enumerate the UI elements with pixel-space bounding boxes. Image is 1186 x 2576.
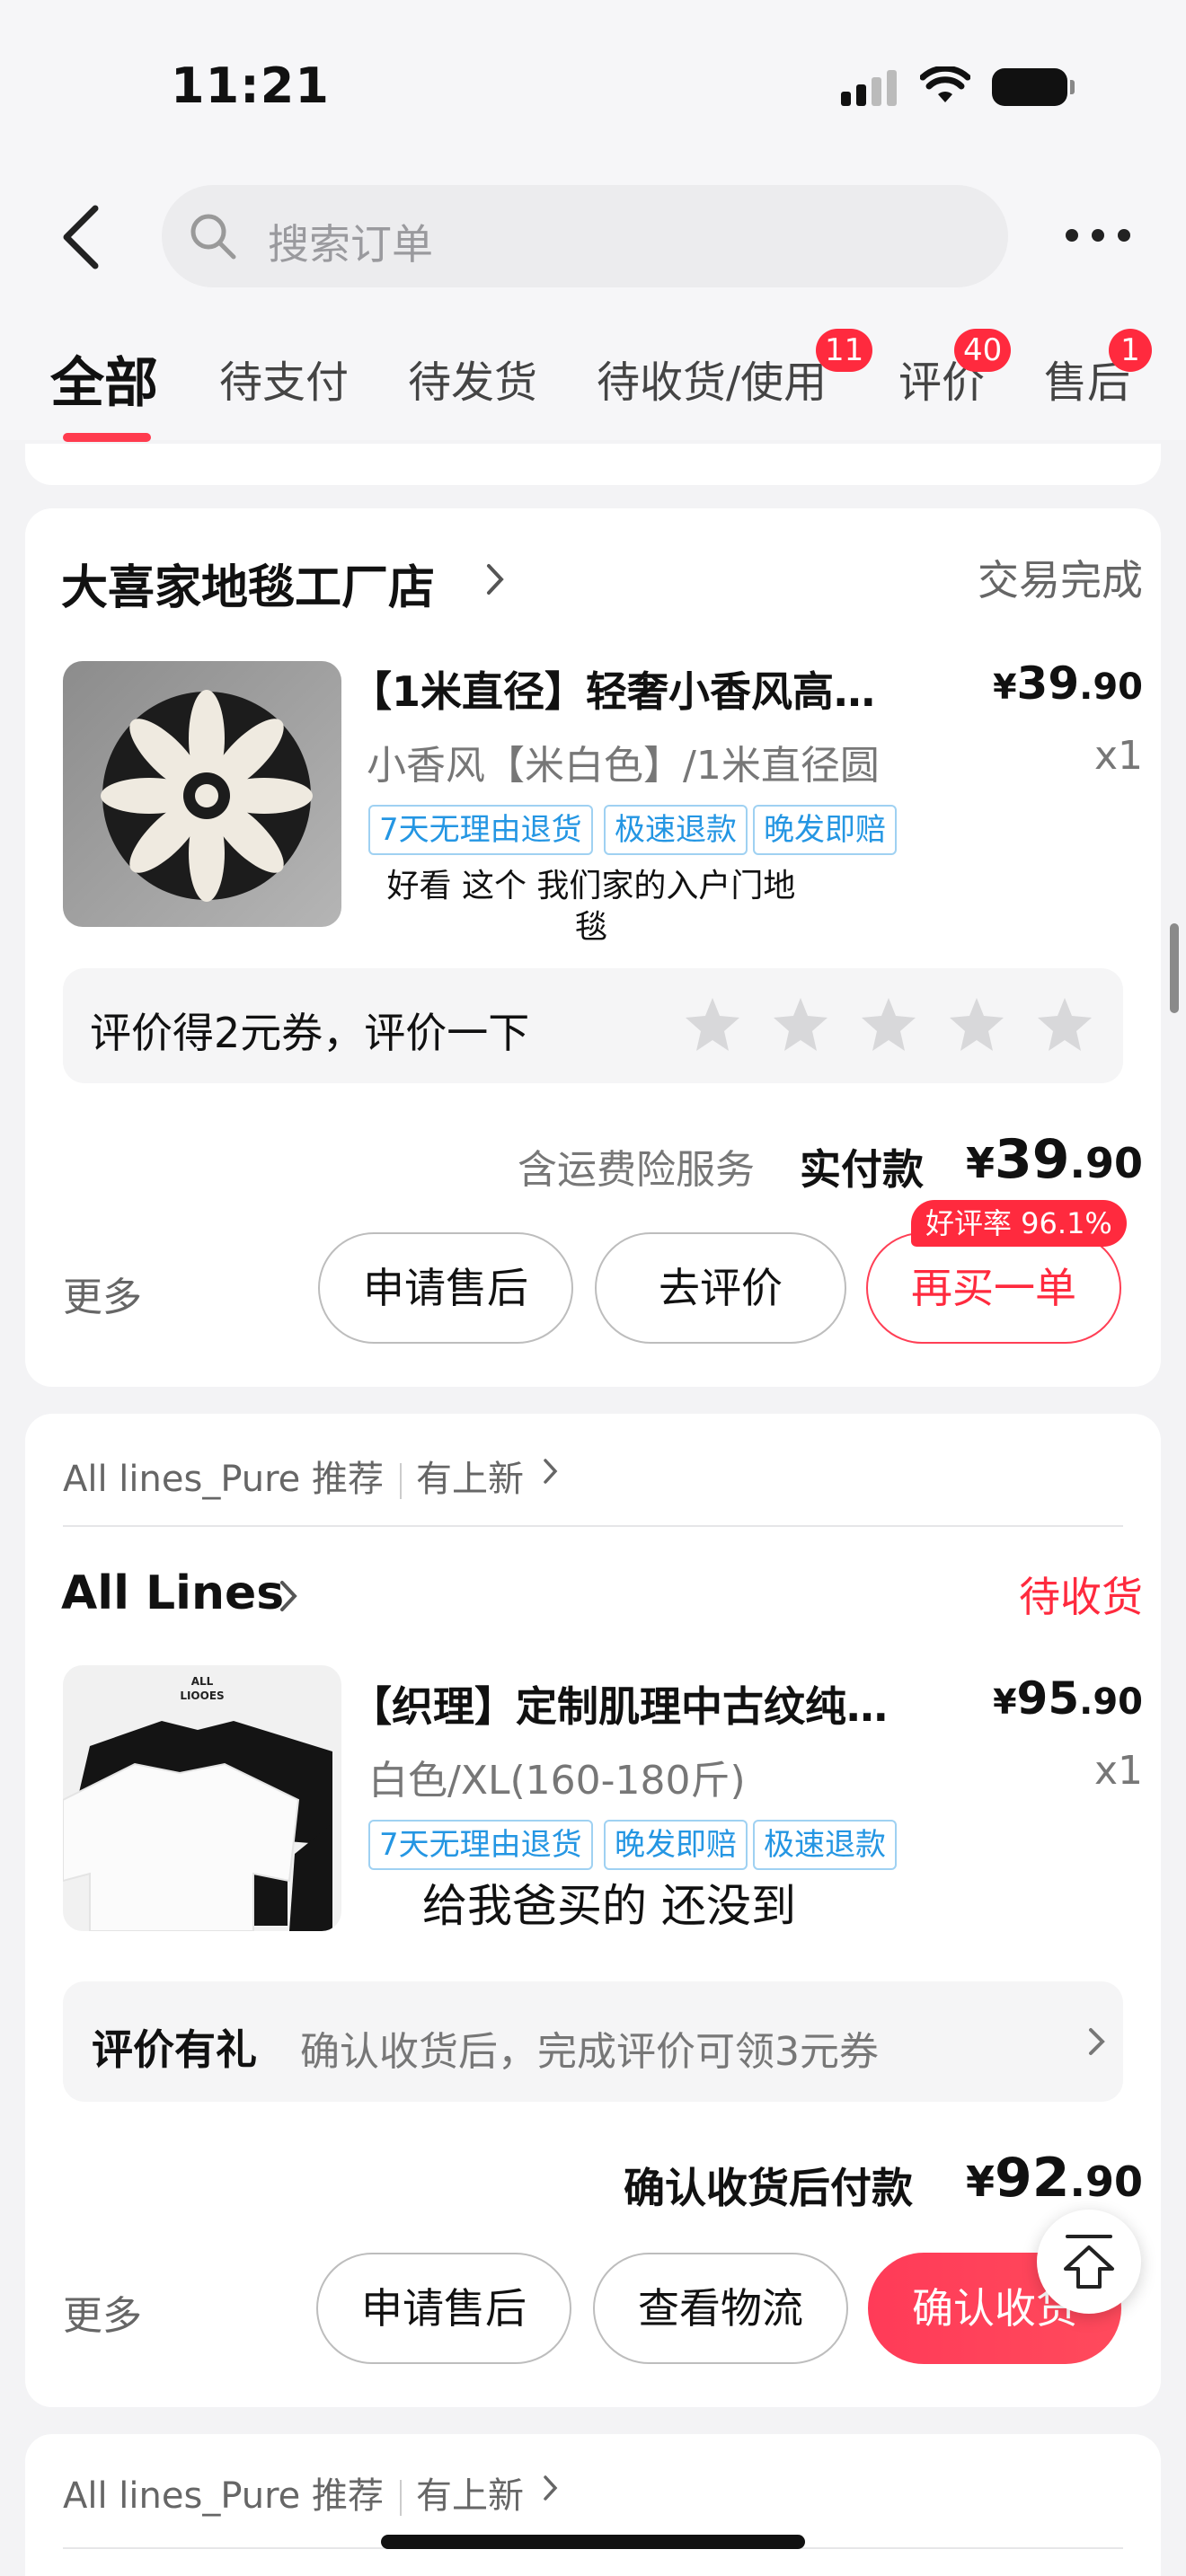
shipping-insurance-text: 含运费险服务 bbox=[518, 1147, 755, 1193]
tab-pending-payment[interactable]: 待支付 bbox=[219, 347, 349, 410]
store-recommendation[interactable]: All lines_Pure 推荐 有上新 bbox=[63, 1450, 524, 1502]
chevron-right-icon[interactable] bbox=[275, 1575, 302, 1617]
star-icon[interactable] bbox=[947, 995, 1006, 1054]
service-tag: 7天无理由退货 bbox=[368, 1820, 593, 1870]
shop-name[interactable]: All Lines bbox=[61, 1566, 284, 1620]
wifi-icon bbox=[920, 66, 970, 102]
tab-pending-receipt[interactable]: 待收货/使用 bbox=[597, 347, 827, 410]
tab-all[interactable]: 全部 bbox=[50, 340, 158, 418]
tab-badge-reviews: 40 bbox=[954, 329, 1012, 372]
battery-icon bbox=[992, 68, 1075, 106]
more-link[interactable]: 更多 bbox=[63, 2283, 142, 2341]
product-title[interactable]: 【1米直径】轻奢小香风高… bbox=[350, 659, 875, 719]
order-status: 交易完成 bbox=[978, 556, 1143, 604]
service-tag: 7天无理由退货 bbox=[368, 805, 593, 855]
shop-name[interactable]: 大喜家地毯工厂店 bbox=[61, 550, 435, 617]
buy-again-button[interactable]: 再买一单 bbox=[866, 1232, 1121, 1344]
order-note: 好看 这个 我们家的入户门地 毯 bbox=[386, 868, 796, 946]
previous-order-card bbox=[25, 444, 1161, 485]
back-arrow-icon[interactable] bbox=[56, 201, 110, 273]
search-icon bbox=[190, 214, 236, 260]
next-order-card: All lines_Pure 推荐 有上新 bbox=[25, 2434, 1161, 2576]
product-title[interactable]: 【织理】定制肌理中古纹纯… bbox=[350, 1674, 888, 1734]
service-tag: 极速退款 bbox=[753, 1820, 897, 1870]
chevron-right-icon[interactable] bbox=[541, 2470, 561, 2506]
star-icon[interactable] bbox=[771, 995, 830, 1054]
order-status: 待收货 bbox=[1019, 1573, 1143, 1621]
chevron-right-icon bbox=[1089, 2028, 1105, 2055]
product-quantity: x1 bbox=[1093, 733, 1143, 779]
product-thumbnail[interactable]: ALL LIOOES bbox=[63, 1665, 341, 1931]
service-tag: 晚发即赔 bbox=[604, 1820, 748, 1870]
product-price: ¥95.90 bbox=[993, 1672, 1143, 1725]
search-placeholder: 搜索订单 bbox=[268, 220, 433, 269]
product-quantity: x1 bbox=[1093, 1748, 1143, 1794]
scrollbar[interactable] bbox=[1170, 923, 1179, 1013]
more-link[interactable]: 更多 bbox=[63, 1265, 142, 1322]
product-thumbnail[interactable] bbox=[63, 661, 341, 927]
chevron-right-icon[interactable] bbox=[482, 559, 509, 600]
back-to-top-button[interactable] bbox=[1037, 2210, 1141, 2314]
product-spec: 白色/XL(160-180斤) bbox=[368, 1758, 746, 1804]
cellular-signal-icon bbox=[841, 70, 897, 106]
paid-amount: ¥39.90 bbox=[965, 1128, 1143, 1191]
star-icon[interactable] bbox=[1035, 995, 1094, 1054]
home-indicator bbox=[381, 2535, 805, 2549]
top-header: 11:21 搜索订单 全部 待支付 待发货 待收货/使用 11 评价 40 售后… bbox=[0, 0, 1186, 442]
thumb-brand-line2: LIOOES bbox=[180, 1689, 224, 1702]
apply-after-sales-button[interactable]: 申请售后 bbox=[316, 2253, 571, 2364]
order-card: All lines_Pure 推荐 有上新 All Lines 待收货 ALL L… bbox=[25, 1414, 1161, 2407]
review-reward-desc: 确认收货后，完成评价可领3元券 bbox=[300, 2029, 879, 2075]
divider bbox=[63, 1525, 1123, 1527]
review-prompt-text: 评价得2元券，评价一下 bbox=[90, 1009, 530, 1057]
tshirt-image: ALL LIOOES bbox=[63, 1675, 332, 1931]
track-shipment-button[interactable]: 查看物流 bbox=[593, 2253, 848, 2364]
tab-badge-pending-receipt: 11 bbox=[816, 329, 873, 372]
paid-label: 实付款 bbox=[800, 1145, 924, 1194]
order-card: 大喜家地毯工厂店 交易完成 【1米直径】轻奢小香风高… ¥39.90 小香风【米… bbox=[25, 508, 1161, 1387]
review-reward-box[interactable]: 评价有礼 确认收货后，完成评价可领3元券 bbox=[63, 1981, 1123, 2102]
store-recommendation[interactable]: All lines_Pure 推荐 有上新 bbox=[63, 2466, 524, 2519]
service-tag: 晚发即赔 bbox=[753, 805, 897, 855]
order-note: 给我爸买的 还没到 bbox=[422, 1880, 796, 1932]
back-to-top-icon bbox=[1064, 2235, 1114, 2289]
star-icon[interactable] bbox=[859, 995, 918, 1054]
status-time: 11:21 bbox=[171, 57, 330, 114]
thumb-brand-line1: ALL bbox=[191, 1675, 214, 1688]
tab-badge-after-sales: 1 bbox=[1109, 329, 1152, 372]
review-reward-title: 评价有礼 bbox=[92, 2025, 257, 2074]
search-bar[interactable]: 搜索订单 bbox=[162, 185, 1008, 287]
star-icon[interactable] bbox=[683, 995, 742, 1054]
product-price: ¥39.90 bbox=[993, 657, 1143, 710]
rug-image bbox=[101, 690, 313, 902]
good-rating-badge: 好评率 96.1% bbox=[911, 1200, 1127, 1247]
apply-after-sales-button[interactable]: 申请售后 bbox=[318, 1232, 573, 1344]
review-prompt-box[interactable]: 评价得2元券，评价一下 bbox=[63, 968, 1123, 1083]
paid-amount: ¥92.90 bbox=[965, 2147, 1143, 2210]
more-options-icon[interactable] bbox=[1066, 221, 1130, 248]
write-review-button[interactable]: 去评价 bbox=[595, 1232, 846, 1344]
service-tag: 极速退款 bbox=[604, 805, 748, 855]
product-spec: 小香风【米白色】/1米直径圆 bbox=[367, 743, 880, 789]
chevron-right-icon[interactable] bbox=[541, 1453, 561, 1489]
paid-label: 确认收货后付款 bbox=[624, 2164, 913, 2212]
active-tab-indicator bbox=[63, 433, 151, 442]
tab-pending-shipment[interactable]: 待发货 bbox=[408, 347, 537, 410]
